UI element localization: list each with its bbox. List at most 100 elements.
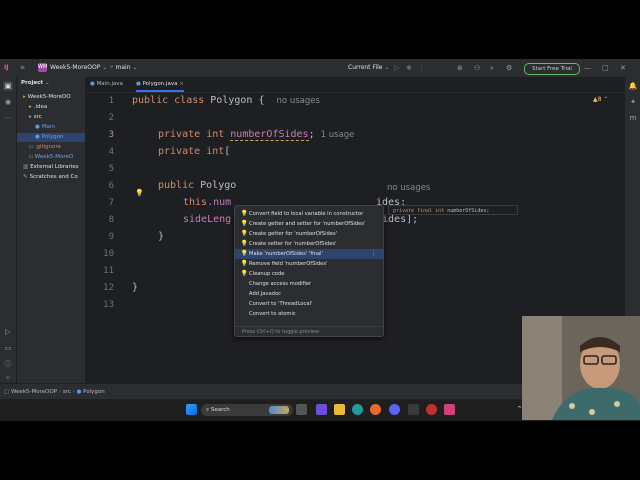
structure-tool-icon[interactable]: ⋯ xyxy=(3,113,13,123)
settings-gear-icon[interactable]: ⚙ xyxy=(506,59,512,77)
branch-switcher[interactable]: ⑂ main ⌄ xyxy=(110,59,137,77)
lightbulb-icon: 💡 xyxy=(240,240,249,247)
firefox-icon[interactable] xyxy=(370,404,381,415)
breadcrumb: ▢ Week5-MoreOOP › src › ● Polygon xyxy=(4,389,105,395)
tab-polygon-java[interactable]: ● Polygon.java × xyxy=(136,77,184,92)
notifications-icon[interactable]: 🔔 xyxy=(628,81,638,91)
intention-action-item[interactable]: Add Javadoc xyxy=(235,289,383,299)
intention-action-item[interactable]: 💡Create getter and setter for 'numberOfS… xyxy=(235,219,383,229)
tree-item[interactable]: ● Polygon xyxy=(17,133,85,142)
lightbulb-icon: 💡 xyxy=(240,260,249,267)
intention-action-label: Create getter for 'numberOfSides' xyxy=(249,231,338,237)
warnings-indicator[interactable]: ▲8 ⌃ xyxy=(593,96,608,103)
class-icon: ● xyxy=(136,81,141,87)
file-icon: ▫ xyxy=(29,154,33,160)
code-line-3[interactable]: private int numberOfSides; 1 usage xyxy=(158,129,355,141)
debug-icon[interactable]: ✱ xyxy=(406,59,412,77)
usage-hint[interactable]: no usages xyxy=(387,183,430,193)
line-number: 11 xyxy=(103,266,114,276)
tree-item[interactable]: ▥ External Libraries xyxy=(17,163,85,172)
tab-main-java[interactable]: ● Main.java xyxy=(90,77,123,92)
maven-tool-icon[interactable]: m xyxy=(628,113,638,123)
popup-footer: Press Ctrl+Q to toggle preview xyxy=(235,326,383,336)
more-actions-icon[interactable]: ⋮ xyxy=(418,59,425,77)
discord-icon[interactable] xyxy=(389,404,400,415)
services-tool-icon[interactable]: ▷ xyxy=(3,327,13,337)
tree-item[interactable]: ▸ .idea xyxy=(17,103,85,112)
file-icon: ▫ xyxy=(29,144,33,150)
usage-hint[interactable]: no usages xyxy=(277,96,320,106)
field-name: numberOfSides; xyxy=(447,208,490,214)
edge-browser-icon[interactable] xyxy=(352,404,363,415)
intention-bulb-icon[interactable]: 💡 xyxy=(135,189,144,197)
keyword: private xyxy=(158,146,201,157)
terminal-app-icon[interactable] xyxy=(408,404,419,415)
code-line-7[interactable]: this.num xyxy=(183,197,231,208)
project-switcher[interactable]: WM Week5-MoreOOP ⌄ xyxy=(38,59,107,77)
line-number: 1 xyxy=(108,96,114,106)
terminal-tool-icon[interactable]: ▭ xyxy=(3,343,13,353)
taskbar-search[interactable]: ⌕ Search xyxy=(201,404,293,416)
search-icon[interactable]: ⌕ xyxy=(490,59,494,77)
project-tool-icon[interactable]: ▣ xyxy=(3,81,13,91)
tree-item-label: Polygon xyxy=(41,134,64,140)
intention-action-item[interactable]: 💡Remove field 'numberOfSides' xyxy=(235,259,383,269)
run-icon[interactable]: ▷ xyxy=(394,59,399,77)
task-view-icon[interactable] xyxy=(296,404,307,415)
chevron-down-icon: ⌄ xyxy=(102,64,108,71)
intention-action-item[interactable]: 💡Convert field to local variable in cons… xyxy=(235,209,383,219)
tab-close-icon[interactable]: × xyxy=(179,81,184,87)
app-logo-icon[interactable]: IJ xyxy=(4,59,8,77)
account-icon[interactable]: ⚇ xyxy=(474,59,480,77)
keyword: public xyxy=(158,180,195,191)
close-icon[interactable]: ✕ xyxy=(620,59,626,77)
intention-action-item[interactable]: 💡Create setter for 'numberOfSides' xyxy=(235,239,383,249)
tree-item[interactable]: ▫ .gitignore xyxy=(17,143,85,152)
windows-start-icon[interactable] xyxy=(186,404,197,415)
tree-item[interactable]: ▫ Week5-MoreO xyxy=(17,153,85,162)
minimize-icon[interactable]: — xyxy=(584,59,591,77)
code-line-1[interactable]: public class Polygon { no usages xyxy=(132,95,320,106)
tree-item[interactable]: ✎ Scratches and Co xyxy=(17,173,85,182)
problems-tool-icon[interactable]: ⓘ xyxy=(3,359,13,369)
tree-item[interactable]: ● Main xyxy=(17,123,85,132)
tree-item[interactable]: ▸ Week5-MoreOO xyxy=(17,93,85,102)
intention-action-item[interactable]: 💡Create getter for 'numberOfSides' xyxy=(235,229,383,239)
copilot-icon[interactable] xyxy=(316,404,327,415)
intellij-taskbar-icon[interactable] xyxy=(444,404,455,415)
start-free-trial-button[interactable]: Start Free Trial xyxy=(524,63,580,75)
git-tool-icon[interactable]: ⑂ xyxy=(3,373,13,383)
breadcrumb-item[interactable]: src xyxy=(63,389,71,395)
code-line-9[interactable]: } xyxy=(158,231,164,242)
code-line-12[interactable]: } xyxy=(132,282,138,293)
breadcrumb-item[interactable]: Week5-MoreOOP xyxy=(11,389,57,395)
tree-item[interactable]: ▸ src xyxy=(17,113,85,122)
line-number: 9 xyxy=(108,232,114,242)
code-line-6[interactable]: public Polygo xyxy=(158,180,236,191)
project-panel-title[interactable]: Project ⌄ xyxy=(21,79,50,88)
intention-action-item[interactable]: 💡Make 'numberOfSides' 'final' xyxy=(235,249,383,259)
intention-action-item[interactable]: 💡Cleanup code xyxy=(235,269,383,279)
file-explorer-icon[interactable] xyxy=(334,404,345,415)
chevron-down-icon: ⌄ xyxy=(384,64,390,71)
code-line-4[interactable]: private int[ xyxy=(158,146,230,157)
field-name[interactable]: numberOfSides xyxy=(230,129,309,141)
code-with-me-icon[interactable]: ⊛ xyxy=(457,59,463,77)
main-menu-icon[interactable]: ≡ xyxy=(20,59,25,77)
action-more-icon[interactable]: ⋮ xyxy=(370,249,377,257)
intention-action-label: Remove field 'numberOfSides' xyxy=(249,261,328,267)
code-line-8[interactable]: sideLeng xyxy=(183,214,231,225)
intention-action-item[interactable]: Convert to 'ThreadLocal' xyxy=(235,299,383,309)
ai-assistant-icon[interactable]: ✦ xyxy=(628,97,638,107)
folder-icon: ▸ xyxy=(29,114,32,120)
commit-tool-icon[interactable]: ◉ xyxy=(3,97,13,107)
usage-hint[interactable]: 1 usage xyxy=(321,130,355,140)
intention-action-item[interactable]: Convert to atomic xyxy=(235,309,383,319)
code-text: .num xyxy=(207,197,232,208)
maximize-icon[interactable]: □ xyxy=(602,59,609,77)
obs-icon[interactable] xyxy=(426,404,437,415)
search-icon: ⌕ xyxy=(206,407,210,413)
breadcrumb-item[interactable]: Polygon xyxy=(83,389,105,395)
run-config-selector[interactable]: Current File ⌄ xyxy=(348,59,389,77)
intention-action-item[interactable]: Change access modifier xyxy=(235,279,383,289)
